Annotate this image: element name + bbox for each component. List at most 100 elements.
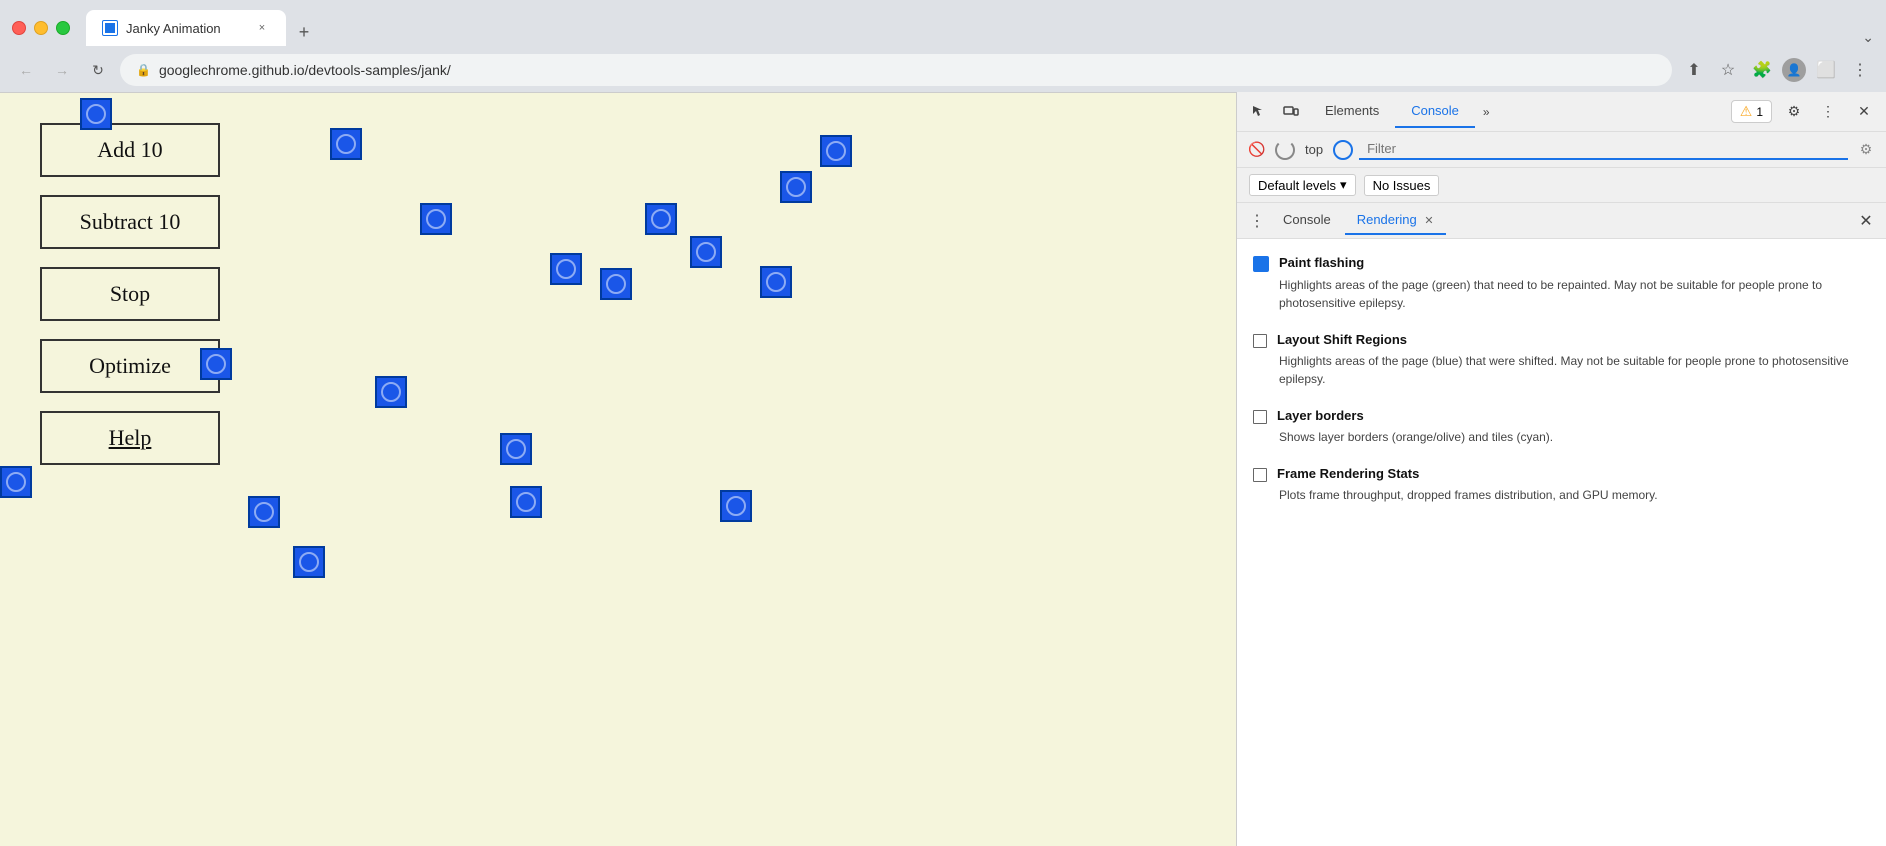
warning-count: 1 (1756, 105, 1763, 119)
console-sub-tab[interactable]: Console (1271, 206, 1343, 235)
traffic-lights (12, 21, 70, 35)
address-bar: ← → ↻ 🔒 googlechrome.github.io/devtools-… (0, 48, 1886, 92)
forward-button[interactable]: → (48, 56, 76, 84)
clear-console-button[interactable]: 🚫 (1245, 138, 1269, 162)
rendering-options: Paint flashing Highlights areas of the p… (1237, 239, 1886, 846)
warning-icon: ⚠ (1740, 103, 1753, 120)
refresh-button[interactable]: ↻ (84, 56, 112, 84)
blue-box (293, 546, 325, 578)
console-filter-input[interactable] (1359, 139, 1848, 160)
layout-shift-checkbox[interactable] (1253, 334, 1267, 348)
tab-overflow-button[interactable]: ⌄ (1862, 29, 1874, 46)
url-text: googlechrome.github.io/devtools-samples/… (159, 62, 1656, 78)
blue-box (375, 376, 407, 408)
subtract10-button[interactable]: Subtract 10 (40, 195, 220, 249)
blue-box (690, 236, 722, 268)
settings-icon[interactable]: ⚙ (1780, 98, 1808, 126)
devtools-menu-icon[interactable]: ⋮ (1814, 98, 1842, 126)
rendering-tab[interactable]: Rendering ✕ (1345, 206, 1446, 235)
more-tabs-button[interactable]: » (1475, 101, 1498, 123)
browser-chrome: Janky Animation × + ⌄ ← → ↻ 🔒 googlechro… (0, 0, 1886, 92)
device-toggle-icon[interactable] (1277, 98, 1305, 126)
browser-toolbar-icons: ⬆ ☆ 🧩 👤 ⬜ ⋮ (1680, 56, 1874, 84)
maximize-window-button[interactable] (56, 21, 70, 35)
default-levels-button[interactable]: Default levels ▾ (1249, 174, 1356, 196)
blue-box (760, 266, 792, 298)
blue-box (510, 486, 542, 518)
buttons-panel: Add 10 Subtract 10 Stop Optimize Help (40, 123, 220, 465)
console-levels-row: Default levels ▾ No Issues (1237, 168, 1886, 203)
profile-icon[interactable]: 👤 (1782, 58, 1806, 82)
devtools-close-button[interactable]: ✕ (1850, 98, 1878, 126)
console-eye-icon[interactable] (1333, 140, 1353, 160)
title-bar: Janky Animation × + ⌄ (0, 0, 1886, 48)
blue-box (600, 268, 632, 300)
devtools-tabs: Elements Console » (1309, 95, 1719, 128)
inspect-element-icon[interactable] (1245, 98, 1273, 126)
add10-button[interactable]: Add 10 (40, 123, 220, 177)
frame-rendering-stats-desc: Plots frame throughput, dropped frames d… (1253, 486, 1870, 504)
devtools-panel: Elements Console » ⚠ 1 ⚙ ⋮ ✕ 🚫 top ⚙ Def… (1236, 92, 1886, 846)
content-area: Add 10 Subtract 10 Stop Optimize Help (0, 92, 1886, 846)
paint-flashing-desc: Highlights areas of the page (green) tha… (1253, 276, 1870, 312)
console-toolbar: 🚫 top ⚙ (1237, 132, 1886, 168)
layer-borders-desc: Shows layer borders (orange/olive) and t… (1253, 428, 1870, 446)
new-tab-button[interactable]: + (290, 18, 318, 46)
bookmark-icon[interactable]: ☆ (1714, 56, 1742, 84)
frame-rendering-stats-header: Frame Rendering Stats (1253, 466, 1870, 482)
blue-box (420, 203, 452, 235)
blue-box (0, 466, 32, 498)
paint-flashing-title: Paint flashing (1279, 255, 1364, 270)
tab-close-button[interactable]: × (254, 20, 270, 36)
sidebar-icon[interactable]: ⬜ (1812, 56, 1840, 84)
rendering-panel-close-button[interactable]: ✕ (1854, 209, 1878, 233)
layout-shift-option: Layout Shift Regions Highlights areas of… (1253, 332, 1870, 388)
blue-box (330, 128, 362, 160)
rendering-tab-more-button[interactable]: ⋮ (1245, 209, 1269, 233)
back-button[interactable]: ← (12, 56, 40, 84)
layer-borders-option: Layer borders Shows layer borders (orang… (1253, 408, 1870, 446)
blue-box (80, 98, 112, 130)
elements-tab[interactable]: Elements (1309, 95, 1395, 128)
menu-icon[interactable]: ⋮ (1846, 56, 1874, 84)
blue-box (248, 496, 280, 528)
active-tab[interactable]: Janky Animation × (86, 10, 286, 46)
paint-flashing-checkbox[interactable] (1253, 256, 1269, 272)
frame-rendering-stats-title: Frame Rendering Stats (1277, 466, 1419, 481)
layer-borders-checkbox[interactable] (1253, 410, 1267, 424)
layer-borders-title: Layer borders (1277, 408, 1364, 423)
blue-box (720, 490, 752, 522)
no-issues-button[interactable]: No Issues (1364, 175, 1440, 196)
no-issues-label: No Issues (1373, 178, 1431, 193)
blue-box (200, 348, 232, 380)
warning-badge[interactable]: ⚠ 1 (1731, 100, 1772, 123)
optimize-button[interactable]: Optimize (40, 339, 220, 393)
share-icon[interactable]: ⬆ (1680, 56, 1708, 84)
console-refresh-icon[interactable] (1275, 140, 1295, 160)
tab-favicon-icon (102, 20, 118, 36)
rendering-tab-close-button[interactable]: ✕ (1424, 215, 1433, 227)
layout-shift-header: Layout Shift Regions (1253, 332, 1870, 348)
rendering-tabs-row: ⋮ Console Rendering ✕ ✕ (1237, 203, 1886, 239)
layout-shift-title: Layout Shift Regions (1277, 332, 1407, 347)
close-window-button[interactable] (12, 21, 26, 35)
layout-shift-desc: Highlights areas of the page (blue) that… (1253, 352, 1870, 388)
console-settings-icon[interactable]: ⚙ (1854, 138, 1878, 162)
lock-icon: 🔒 (136, 63, 151, 77)
extensions-icon[interactable]: 🧩 (1748, 56, 1776, 84)
tab-title: Janky Animation (126, 21, 246, 36)
console-context-label: top (1301, 142, 1327, 157)
default-levels-chevron: ▾ (1340, 177, 1347, 193)
default-levels-label: Default levels (1258, 178, 1336, 193)
blue-box (780, 171, 812, 203)
address-field[interactable]: 🔒 googlechrome.github.io/devtools-sample… (120, 54, 1672, 86)
blue-box (550, 253, 582, 285)
help-button[interactable]: Help (40, 411, 220, 465)
console-tab[interactable]: Console (1395, 95, 1475, 128)
tabs-area: Janky Animation × + ⌄ (86, 10, 1874, 46)
stop-button[interactable]: Stop (40, 267, 220, 321)
blue-box (645, 203, 677, 235)
frame-rendering-stats-checkbox[interactable] (1253, 468, 1267, 482)
paint-flashing-option: Paint flashing Highlights areas of the p… (1253, 255, 1870, 312)
minimize-window-button[interactable] (34, 21, 48, 35)
